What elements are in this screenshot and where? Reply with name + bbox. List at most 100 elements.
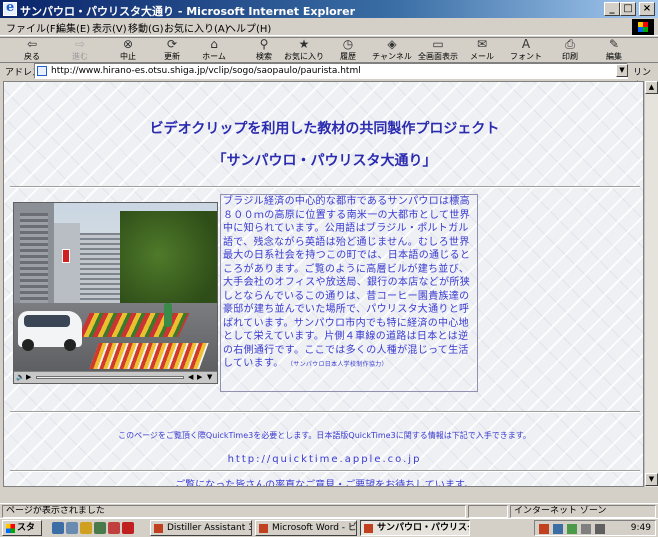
- task-distiller[interactable]: Distiller Assistant 3.02: [150, 520, 252, 536]
- page-subheading: 「サンパウロ・パウリスタ大通り」: [212, 153, 437, 169]
- favorites-icon: ★: [298, 37, 310, 51]
- windows-logo-icon: [632, 19, 654, 35]
- search-button[interactable]: ⚲ 検索: [242, 38, 286, 63]
- network-tray-icon[interactable]: [553, 524, 563, 534]
- favorites-button[interactable]: ★ お気に入り: [282, 37, 326, 63]
- favorites-label: お気に入り: [284, 52, 324, 61]
- channels-icon: ◈: [387, 37, 397, 51]
- forward-label: 進む: [72, 52, 88, 61]
- vertical-scrollbar[interactable]: ▲ ▼: [644, 81, 658, 487]
- mail-icon: ✉: [476, 37, 488, 51]
- search-label: 検索: [256, 52, 272, 61]
- task-browser[interactable]: サンパウロ・パウリスタ大...: [360, 520, 470, 536]
- channels-label: チャンネル: [372, 52, 412, 61]
- print-icon: ⎙: [565, 37, 575, 51]
- page-icon: [37, 66, 47, 76]
- ie-window-icon[interactable]: [3, 0, 17, 16]
- display-tray-icon[interactable]: [595, 524, 605, 534]
- stop-icon: ⊗: [122, 37, 134, 51]
- taskbar: スタート Distiller Assistant 3.02 Microsoft …: [0, 518, 658, 537]
- pen-tray-icon[interactable]: [539, 524, 549, 534]
- maximize-button[interactable]: □: [620, 2, 636, 16]
- home-label: ホーム: [202, 52, 226, 61]
- menu-edit[interactable]: 編集(E): [56, 20, 90, 35]
- outlook-quicklaunch-icon[interactable]: [94, 522, 106, 534]
- street-video-frame: [14, 203, 217, 371]
- menu-view[interactable]: 表示(V): [92, 20, 127, 35]
- menu-file[interactable]: ファイル(F): [6, 20, 60, 35]
- font-icon: A: [521, 37, 531, 51]
- menu-go[interactable]: 移動(G): [128, 20, 164, 35]
- history-icon: ◷: [342, 37, 354, 51]
- description-body: ブラジル経済の中心的な都市であるサンパウロは標高８００ｍの高原に位置する南米一の…: [223, 196, 471, 369]
- system-tray: 9:49: [534, 520, 656, 536]
- channels-button[interactable]: ◈ チャンネル: [370, 37, 414, 63]
- address-bar: アドレス http://www.hirano-es.otsu.shiga.jp/…: [0, 63, 658, 91]
- mail-label: メール: [470, 52, 494, 61]
- edit-label: 編集: [606, 52, 622, 61]
- security-zone: インターネット ゾーン: [510, 505, 656, 518]
- edit-icon: ✎: [608, 37, 620, 51]
- font-button[interactable]: A フォント: [504, 37, 548, 63]
- status-panel: [468, 505, 508, 518]
- back-button[interactable]: ⇦ 戻る: [10, 37, 54, 63]
- back-arrow-icon: ⇦: [26, 37, 38, 51]
- description-text: ブラジル経済の中心的な都市であるサンパウロは標高８００ｍの高原に位置する南米一の…: [220, 194, 478, 392]
- address-url[interactable]: http://www.hirano-es.otsu.shiga.jp/vclip…: [51, 66, 361, 76]
- address-dropdown-button[interactable]: ▼: [616, 64, 628, 77]
- fullscreen-button[interactable]: ▭ 全画面表示: [416, 37, 460, 63]
- status-bar: ページが表示されました インターネット ゾーン: [0, 503, 658, 518]
- movie-menu-icon[interactable]: ▼: [207, 373, 212, 382]
- stop-label: 中止: [120, 52, 136, 61]
- print-button[interactable]: ⎙ 印刷: [548, 37, 592, 63]
- movie-controller: 🔈 ▶ ◀ ▶ ▼: [14, 371, 217, 383]
- home-button[interactable]: ⌂ ホーム: [192, 38, 236, 63]
- quicktime-link[interactable]: http://quicktime.apple.co.jp: [4, 454, 643, 465]
- menu-bar: ファイル(F) 編集(E) 表示(V) 移動(G) お気に入り(A) ヘルプ(H…: [0, 18, 658, 36]
- forward-button[interactable]: ⇨ 進む: [58, 37, 102, 63]
- acrobat-quicklaunch-icon[interactable]: [122, 522, 134, 534]
- font-label: フォント: [510, 52, 542, 61]
- ie-quicklaunch-icon[interactable]: [52, 522, 64, 534]
- printer-tray-icon[interactable]: [581, 524, 591, 534]
- stop-button[interactable]: ⊗ 中止: [106, 37, 150, 63]
- quicktime-note: このページをご覧頂く際QuickTime3を必要とします。日本語版QuickTi…: [118, 431, 531, 440]
- step-back-icon[interactable]: ◀: [188, 373, 193, 382]
- credit-text: （サンパウロ日本人学校制作協力）: [286, 361, 388, 368]
- history-button[interactable]: ◷ 履歴: [326, 37, 370, 63]
- feedback-text: ご覧になった皆さんの率直なご意見・ご要望をお待ちしています。: [175, 480, 474, 487]
- page-heading: ビデオクリップを利用した教材の共同製作プロジェクト: [149, 121, 500, 137]
- fullscreen-icon: ▭: [432, 37, 444, 51]
- scroll-down-button[interactable]: ▼: [645, 473, 658, 486]
- task-word[interactable]: Microsoft Word - ビデオク...: [255, 520, 357, 536]
- volume-tray-icon[interactable]: [567, 524, 577, 534]
- mail-button[interactable]: ✉ メール: [460, 37, 504, 63]
- close-button[interactable]: ×: [639, 2, 655, 16]
- menu-help[interactable]: ヘルプ(H): [226, 20, 271, 35]
- play-icon[interactable]: ▶: [26, 373, 31, 382]
- forward-arrow-icon: ⇨: [74, 37, 86, 51]
- menu-favorites[interactable]: お気に入り(A): [164, 20, 229, 35]
- quicktime-movie[interactable]: 🔈 ▶ ◀ ▶ ▼: [13, 202, 218, 384]
- app-quicklaunch-icon[interactable]: [108, 522, 120, 534]
- refresh-label: 更新: [164, 52, 180, 61]
- address-field[interactable]: http://www.hirano-es.otsu.shiga.jp/vclip…: [34, 63, 628, 79]
- minimize-button[interactable]: _: [604, 2, 620, 16]
- page-content: ビデオクリップを利用した教材の共同製作プロジェクト 「サンパウロ・パウリスタ大通…: [3, 81, 644, 487]
- refresh-button[interactable]: ⟳ 更新: [150, 38, 194, 63]
- toolbar: ⇦ 戻る ⇨ 進む ⊗ 中止 ⟳ 更新 ⌂ ホーム ⚲ 検索 ★ お気に入り ◷…: [0, 37, 658, 63]
- step-forward-icon[interactable]: ▶: [197, 373, 202, 382]
- edit-button[interactable]: ✎ 編集: [592, 37, 636, 63]
- scroll-up-button[interactable]: ▲: [645, 81, 658, 94]
- playback-slider[interactable]: [36, 376, 184, 379]
- volume-icon[interactable]: 🔈: [16, 373, 25, 382]
- divider: [10, 411, 640, 413]
- clock: 9:49: [630, 523, 651, 533]
- title-bar: サンパウロ・パウリスタ大通り - Microsoft Internet Expl…: [0, 0, 658, 18]
- divider: [10, 186, 640, 188]
- divider: [10, 470, 640, 472]
- status-text: ページが表示されました: [2, 505, 466, 518]
- desktop-quicklaunch-icon[interactable]: [66, 522, 78, 534]
- channels-quicklaunch-icon[interactable]: [80, 522, 92, 534]
- start-button[interactable]: スタート: [2, 520, 42, 536]
